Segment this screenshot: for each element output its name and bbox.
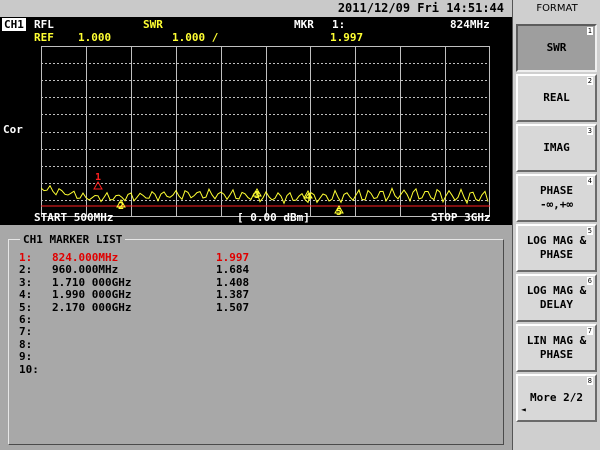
- marker-frequency-cell: 960.000MHz: [52, 263, 119, 277]
- marker-index: 10:: [19, 362, 39, 376]
- marker-value-cell: 1.684: [216, 263, 250, 277]
- softkey-swr[interactable]: SWR 1: [516, 24, 597, 72]
- softkey-real[interactable]: REAL 2: [516, 74, 597, 122]
- marker-index: 2:: [19, 263, 33, 277]
- marker-index: 9:: [19, 350, 33, 364]
- marker-list-row: 2: 960.000MHz 1.684: [0, 263, 300, 276]
- marker-index: 5:: [19, 300, 33, 314]
- marker-frequency-cell: 2.170 000GHz: [52, 300, 132, 314]
- marker-index: 6:: [19, 313, 33, 326]
- marker-value-cell: 1.387: [216, 288, 250, 302]
- channel-badge: CH1: [2, 18, 26, 31]
- softkey-number: 6: [586, 277, 593, 285]
- softkey-number: 3: [586, 127, 593, 135]
- marker-value-cell: 1.997: [216, 251, 250, 264]
- marker-list-row: 1: 824.000MHz 1.997: [0, 251, 300, 264]
- softkey-label: SWR: [546, 41, 567, 54]
- trace-plot: 1 2 3 4 5: [41, 46, 490, 217]
- marker-readout: 1.997: [330, 31, 364, 44]
- softkey-label: IMAG: [543, 141, 570, 154]
- menu-title: FORMAT: [536, 3, 578, 14]
- softkey-more-22[interactable]: More 2/2 8 ◄: [516, 374, 597, 422]
- source-power: [ 0.00 dBm]: [237, 211, 310, 224]
- softkey-number: 7: [586, 327, 593, 335]
- trace-line: [41, 184, 489, 205]
- marker-frequency-cell: 1.990 000GHz: [52, 288, 132, 302]
- left-arrow-icon: ◄: [521, 405, 526, 414]
- marker-frequency-cell: 824.000MHz: [52, 251, 119, 264]
- marker-index: 1:: [19, 251, 33, 264]
- softkey-imag[interactable]: IMAG 3: [516, 124, 597, 172]
- marker-index: 7:: [19, 325, 33, 339]
- scale-value: 1.000 /: [172, 31, 219, 44]
- marker-tag: 1: [95, 172, 101, 183]
- softkey-label: More 2/2: [530, 391, 583, 404]
- softkey-log-mag--delay[interactable]: LOG MAG & DELAY 6: [516, 274, 597, 322]
- ref-value: 1.000: [78, 31, 112, 44]
- start-frequency: START 500MHz: [34, 211, 114, 224]
- marker-value-cell: 1.408: [216, 275, 250, 289]
- correction-indicator: Cor: [3, 123, 23, 136]
- marker-list-row: 4: 1.990 000GHz 1.387: [0, 288, 300, 301]
- marker-list-row: 3: 1.710 000GHz 1.408: [0, 276, 300, 289]
- marker-tag: 3: [254, 190, 260, 201]
- marker-frequency-cell: 1.710 000GHz: [52, 275, 132, 289]
- marker-list-row: 8:: [0, 338, 300, 351]
- plot-border: [41, 46, 490, 217]
- format-label: SWR: [143, 18, 163, 31]
- marker-list-panel: CH1 MARKER LIST 1: 824.000MHz 1.997 2: 960.0…: [0, 225, 512, 450]
- marker-list-row: 9:: [0, 350, 300, 363]
- softkey-number: 5: [586, 227, 593, 235]
- marker-index: 4:: [19, 288, 33, 302]
- status-bar: 2011/12/09 Fri 14:51:44: [0, 0, 512, 17]
- marker-index: 8:: [19, 337, 33, 351]
- measurement-label: RFL: [34, 18, 54, 31]
- trace-display: CH1 RFL SWR MKR 1: 824MHz REF 1.000 1.00…: [0, 17, 512, 225]
- softkey-number: 4: [586, 177, 593, 185]
- marker-frequency: 824MHz: [450, 18, 490, 31]
- softkey-number: 2: [586, 77, 593, 85]
- softkey-label: LOG MAG & PHASE: [526, 234, 587, 261]
- marker-list-title: CH1 MARKER LIST: [20, 233, 126, 246]
- datetime-display: 2011/12/09 Fri 14:51:44: [337, 1, 504, 15]
- marker-tag: 5: [336, 207, 342, 217]
- marker-tag: 2: [118, 201, 124, 212]
- softkey-label: LIN MAG & PHASE: [526, 334, 587, 361]
- marker-tag: 4: [305, 192, 311, 203]
- channel-label: CH1: [2, 18, 26, 31]
- marker-list-row: 7:: [0, 325, 300, 338]
- softkey-label: LOG MAG & DELAY: [526, 284, 587, 311]
- softkey-label: REAL: [543, 91, 570, 104]
- softkey-lin-mag--phase[interactable]: LIN MAG & PHASE 7: [516, 324, 597, 372]
- marker-value-cell: 1.507: [216, 300, 250, 314]
- marker-list-row: 6:: [0, 313, 300, 326]
- marker-list-row: 5: 2.170 000GHz 1.507: [0, 301, 300, 314]
- marker-number: 1:: [332, 18, 346, 31]
- softkey-number: 1: [586, 27, 593, 35]
- softkey-phase--[interactable]: PHASE -∞,+∞ 4: [516, 174, 597, 222]
- stop-frequency: STOP 3GHz: [431, 211, 491, 224]
- softkey-label: PHASE -∞,+∞: [539, 184, 574, 211]
- softkey-log-mag--phase[interactable]: LOG MAG & PHASE 5: [516, 224, 597, 272]
- marker-label: MKR: [294, 18, 314, 31]
- ref-label: REF: [34, 31, 54, 44]
- marker-list-row: 10:: [0, 363, 300, 376]
- softkey-panel: FORMAT SWR 1 REAL 2 IMAG 3 PHASE -∞,+∞ 4 LOG MAG…: [512, 0, 600, 450]
- marker-index: 3:: [19, 275, 33, 289]
- softkey-number: 8: [586, 377, 593, 385]
